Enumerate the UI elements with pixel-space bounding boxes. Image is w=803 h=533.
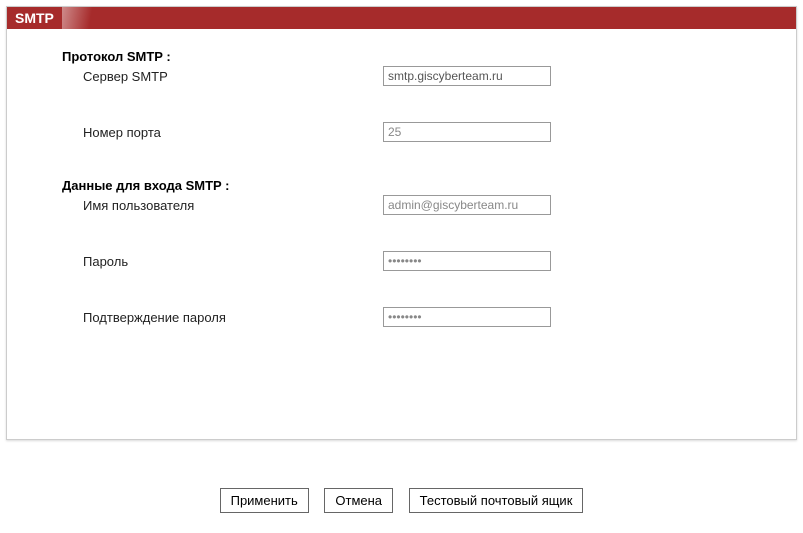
panel-header: SMTP bbox=[7, 7, 796, 29]
row-smtp-server: Сервер SMTP bbox=[7, 66, 796, 86]
section-login-title: Данные для входа SMTP : bbox=[62, 178, 796, 193]
label-smtp-server: Сервер SMTP bbox=[83, 69, 383, 84]
panel-body: Протокол SMTP : Сервер SMTP Номер порта … bbox=[7, 29, 796, 439]
section-protocol-title: Протокол SMTP : bbox=[62, 49, 796, 64]
test-mailbox-button[interactable]: Тестовый почтовый ящик bbox=[409, 488, 584, 513]
input-smtp-server[interactable] bbox=[383, 66, 551, 86]
input-confirm-password[interactable] bbox=[383, 307, 551, 327]
panel-title: SMTP bbox=[15, 10, 54, 26]
input-username[interactable] bbox=[383, 195, 551, 215]
row-port: Номер порта bbox=[7, 122, 796, 142]
label-port: Номер порта bbox=[83, 125, 383, 140]
smtp-settings-panel: SMTP Протокол SMTP : Сервер SMTP Номер п… bbox=[6, 6, 797, 440]
cancel-button[interactable]: Отмена bbox=[324, 488, 393, 513]
button-bar: Применить Отмена Тестовый почтовый ящик bbox=[0, 440, 803, 513]
apply-button[interactable]: Применить bbox=[220, 488, 309, 513]
input-port[interactable] bbox=[383, 122, 551, 142]
row-password: Пароль bbox=[7, 251, 796, 271]
label-password: Пароль bbox=[83, 254, 383, 269]
row-confirm-password: Подтверждение пароля bbox=[7, 307, 796, 327]
label-confirm-password: Подтверждение пароля bbox=[83, 310, 383, 325]
row-username: Имя пользователя bbox=[7, 195, 796, 215]
input-password[interactable] bbox=[383, 251, 551, 271]
label-username: Имя пользователя bbox=[83, 198, 383, 213]
